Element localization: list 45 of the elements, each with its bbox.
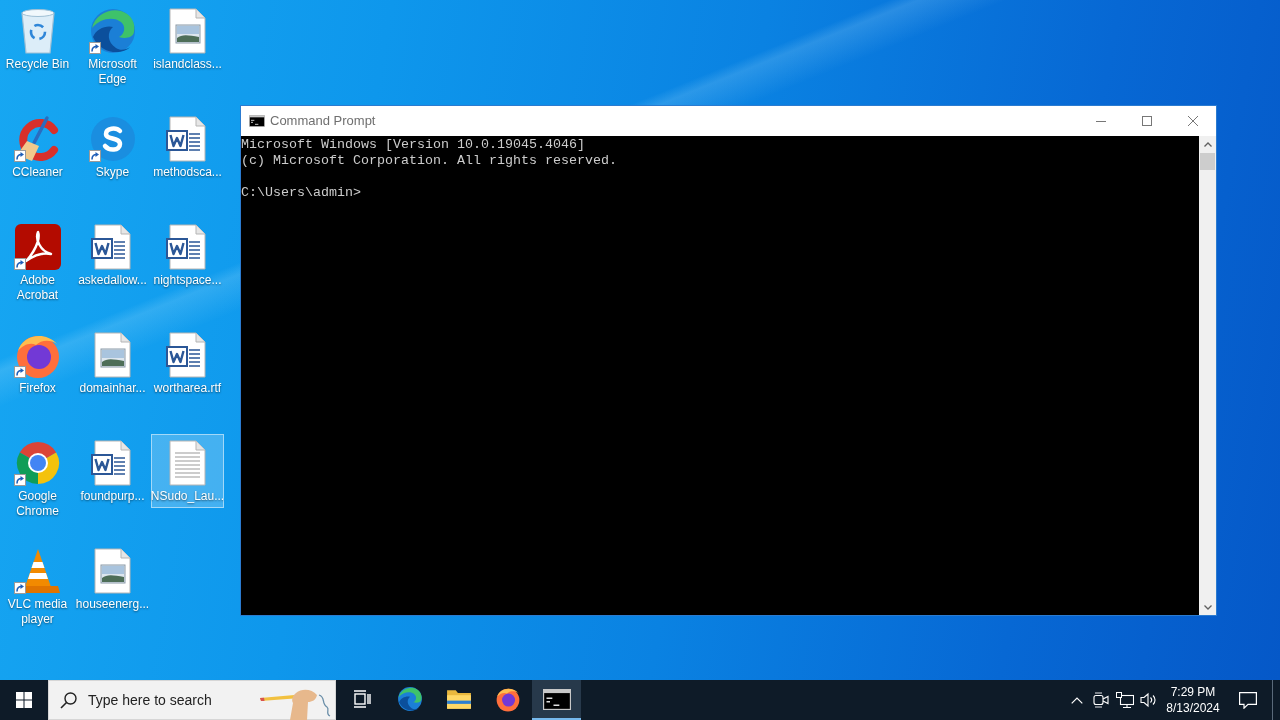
desktop-shortcut[interactable]: methodsca...	[151, 110, 224, 184]
console-output-line: Microsoft Windows [Version 10.0.19045.4046]	[241, 137, 585, 153]
scroll-up-icon[interactable]	[1203, 142, 1212, 147]
scroll-down-icon[interactable]	[1203, 605, 1212, 610]
search-field[interactable]: Type here to search	[48, 680, 336, 720]
network-icon	[1116, 692, 1134, 708]
close-icon	[1188, 116, 1198, 126]
maximize-icon	[1142, 116, 1152, 126]
edge-logo-icon	[88, 7, 137, 55]
console-prompt: C:\Users\admin>	[241, 185, 361, 201]
desktop-shortcut[interactable]: NSudo_Lau...	[151, 434, 224, 508]
desktop-shortcut[interactable]: domainhar...	[76, 326, 149, 400]
desktop-shortcut[interactable]: Recycle Bin	[1, 2, 74, 76]
scrollbar-thumb[interactable]	[1200, 153, 1215, 170]
desktop-shortcut[interactable]: foundpurp...	[76, 434, 149, 508]
desktop-shortcut[interactable]: nightspace...	[151, 218, 224, 292]
desktop-shortcut[interactable]: houseenerg...	[76, 542, 149, 616]
clock-button[interactable]: 7:29 PM 8/13/2024	[1161, 680, 1225, 720]
desktop-shortcut[interactable]: Firefox	[1, 326, 74, 400]
desktop-shortcut[interactable]: Microsoft Edge	[76, 2, 149, 91]
video-camera-icon	[1093, 692, 1109, 708]
desktop-shortcut[interactable]: VLC media player	[1, 542, 74, 631]
windows-logo-icon	[16, 692, 32, 708]
chevron-up-icon	[1071, 696, 1083, 704]
desktop-shortcut[interactable]: wortharea.rtf	[151, 326, 224, 400]
desktop-shortcut[interactable]: Adobe Acrobat	[1, 218, 74, 307]
console-output-line: (c) Microsoft Corporation. All rights reserved.	[241, 153, 617, 169]
taskbar-app-button[interactable]	[532, 680, 581, 720]
acrobat-logo-icon	[13, 223, 62, 271]
desktop-shortcut[interactable]: Skype	[76, 110, 149, 184]
desktop-shortcut[interactable]: CCleaner	[1, 110, 74, 184]
minimize-icon	[1096, 120, 1106, 122]
folder-icon	[445, 688, 472, 710]
desktop-shortcut[interactable]: askedallow...	[76, 218, 149, 292]
speaker-icon	[1140, 692, 1158, 708]
search-icon	[60, 692, 77, 709]
speech-bubble-icon	[1239, 691, 1257, 709]
terminal-icon	[249, 115, 265, 127]
terminal-icon	[542, 688, 571, 710]
firefox-logo-icon	[494, 686, 521, 712]
desktop-shortcut[interactable]: Google Chrome	[1, 434, 74, 523]
edge-logo-icon	[396, 686, 423, 712]
desktop-shortcut[interactable]: islandclass...	[151, 2, 224, 76]
window-title: Command Prompt	[270, 112, 376, 131]
skype-logo-icon	[88, 115, 137, 163]
